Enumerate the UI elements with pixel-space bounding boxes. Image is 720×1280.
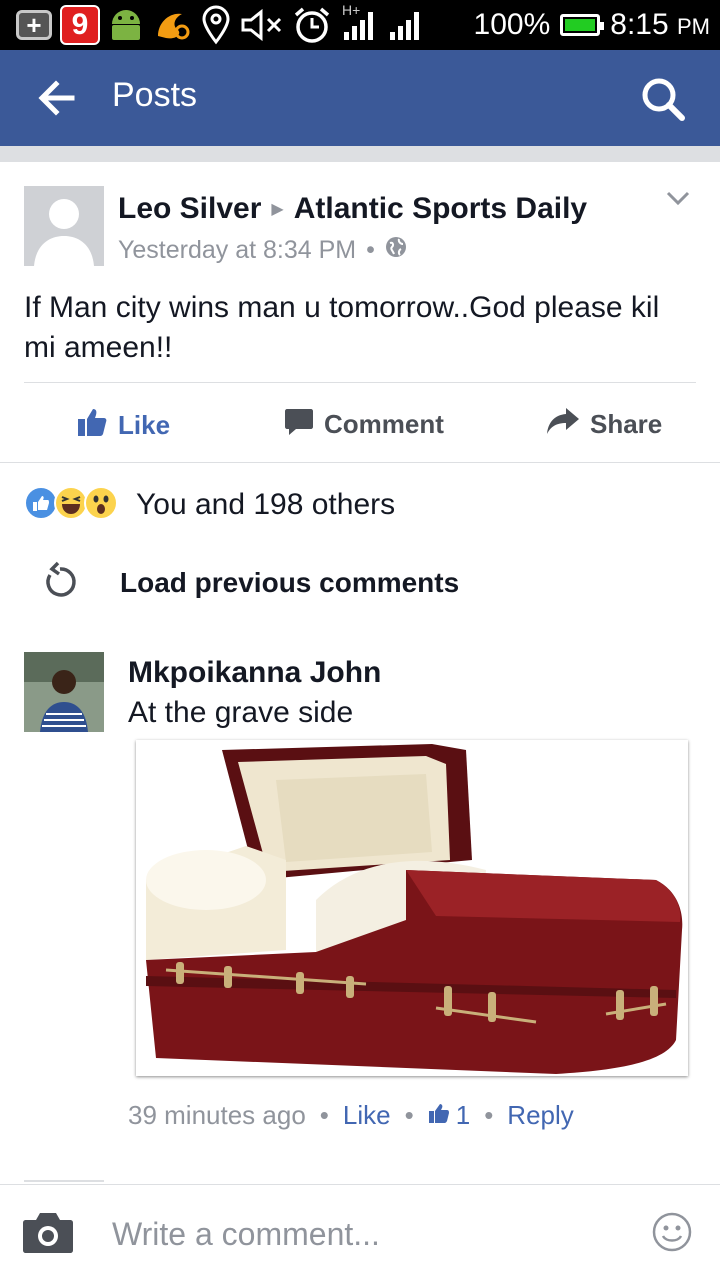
status-bar: + 9 H+ 100% 8:15 PM [0,0,720,50]
post-timestamp[interactable]: Yesterday at 8:34 PM [118,236,356,265]
divider [0,1184,720,1185]
mute-icon [240,8,284,42]
laugh-reaction-icon [54,486,88,520]
share-button[interactable]: Share [546,406,662,443]
refresh-icon [40,561,80,606]
thumbs-up-icon [428,1100,450,1131]
app-bar: Posts [0,50,720,146]
thumbs-up-icon [76,406,108,445]
comment-image-casket[interactable] [136,740,688,1076]
clock: 8:15 PM [610,8,710,41]
meta-separator: • [366,236,375,264]
globe-icon [385,236,407,265]
post-actions: Like Comment Share [0,384,720,462]
notification-nine-icon: 9 [60,5,100,45]
signal-icon [388,8,424,42]
post-meta: Yesterday at 8:34 PM • [118,236,407,265]
reaction-icons[interactable] [24,486,118,520]
chevron-down-icon[interactable] [664,184,692,212]
back-arrow-icon[interactable] [36,78,76,118]
comment-like-count[interactable]: 1 [428,1100,470,1131]
search-icon[interactable] [640,76,686,122]
android-icon [108,8,144,42]
like-reaction-icon [24,486,58,520]
smiley-icon[interactable] [652,1212,692,1252]
comment-button[interactable]: Comment [284,406,444,443]
post-header: Leo Silver ▶ Atlantic Sports Daily [118,192,587,226]
reaction-summary[interactable]: You and 198 others [136,488,395,522]
plus-icon: + [16,10,52,40]
comment-time: 39 minutes ago [128,1100,306,1130]
comment-like-button[interactable]: Like [343,1100,391,1131]
meta-separator: • [319,1100,329,1130]
post-target-page[interactable]: Atlantic Sports Daily [294,192,587,226]
post-body: If Man city wins man u tomorrow..God ple… [24,291,660,364]
like-button[interactable]: Like [76,406,170,445]
meta-separator: • [484,1100,494,1130]
share-arrow-icon [546,406,580,443]
section-divider [0,146,720,162]
comment-text: At the grave side [128,696,354,729]
post-author-name[interactable]: Leo Silver [118,192,261,226]
page-title: Posts [112,76,198,114]
commenter-name[interactable]: Mkpoikanna John [128,656,381,690]
divider [24,382,696,383]
comment-label: Comment [324,409,444,439]
battery-percent: 100% [473,8,551,41]
load-previous-comments[interactable]: Load previous comments [40,560,500,606]
location-pin-icon [200,5,232,45]
comment-meta: 39 minutes ago • Like • 1 • Reply [128,1100,574,1131]
signal-h-plus-icon: H+ [340,2,380,42]
share-label: Share [590,409,663,439]
uc-browser-icon [152,8,192,42]
meta-separator: • [404,1100,414,1130]
like-label: Like [118,410,171,440]
like-count-value: 1 [455,1100,471,1130]
comment-bubble-icon [284,406,314,443]
wow-reaction-icon [84,486,118,520]
comment-reply-button[interactable]: Reply [507,1100,573,1131]
divider [0,462,720,463]
battery-icon [560,14,605,36]
load-previous-label: Load previous comments [120,567,460,598]
comment-input[interactable] [112,1212,632,1256]
triangle-right-icon: ▶ [271,201,284,218]
alarm-icon [292,7,332,43]
camera-icon[interactable] [22,1210,74,1254]
post-author-avatar[interactable] [24,186,104,266]
commenter-avatar[interactable] [24,652,104,732]
divider [24,1180,104,1182]
